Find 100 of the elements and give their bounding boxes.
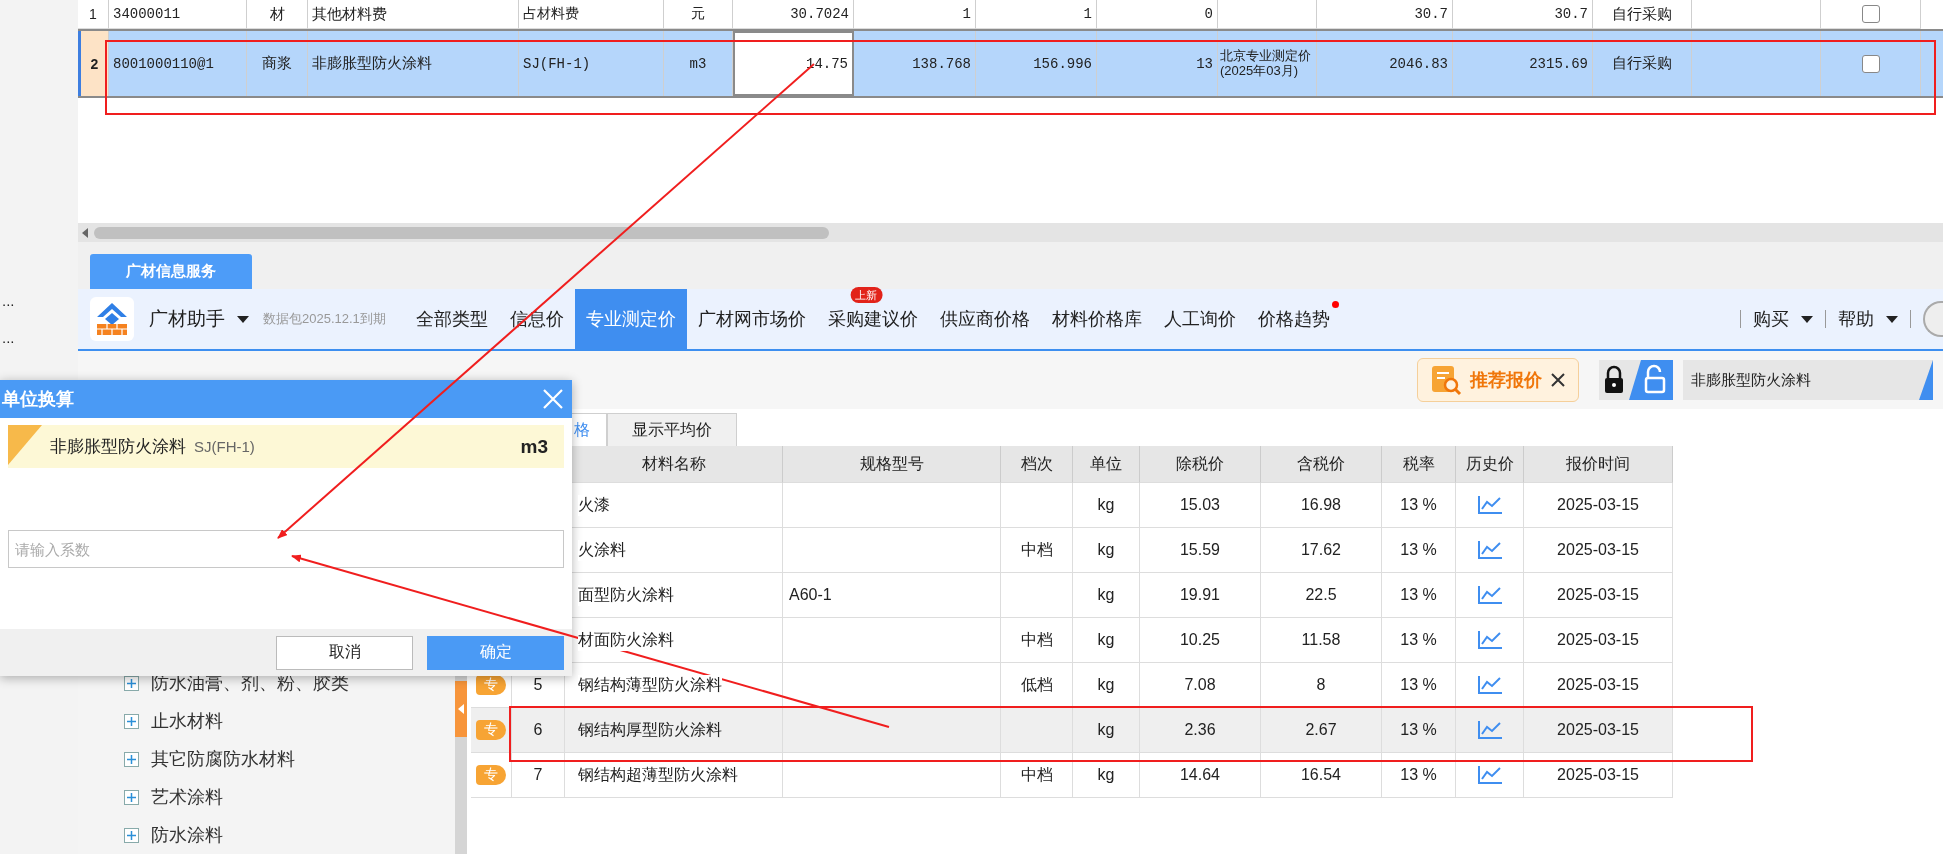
table-cell: kg xyxy=(1097,496,1115,514)
table-cell-text: 中档 xyxy=(1020,539,1053,560)
table-cell-text: 中档 xyxy=(1020,764,1053,785)
app-name[interactable]: 广材助手 xyxy=(149,306,225,332)
nav-tab[interactable]: 广材网市场价 xyxy=(686,289,817,349)
column-header: 历史价 xyxy=(1456,446,1524,483)
table-cell: kg xyxy=(1097,766,1115,784)
trend-chart-icon[interactable] xyxy=(1476,675,1503,695)
avatar-icon[interactable] xyxy=(1923,301,1943,337)
expand-icon[interactable] xyxy=(124,827,139,843)
coefficient-field[interactable]: 请输入系数 xyxy=(8,530,564,568)
table-cell: 2046.83 xyxy=(1317,31,1453,96)
table-cell: 火涂料 xyxy=(578,539,626,561)
trend-chart-icon[interactable] xyxy=(1476,540,1503,560)
menu-button[interactable]: 帮助 xyxy=(1838,289,1898,349)
table-cell: 13 % xyxy=(1400,541,1437,559)
menu-button[interactable]: 购买 xyxy=(1753,289,1813,349)
table-cell: kg xyxy=(1097,676,1115,694)
table-cell: 钢结构厚型防火涂料 xyxy=(578,719,722,741)
expiry-note: 数据包2025.12.1到期 xyxy=(263,310,386,328)
side-item[interactable]: ... xyxy=(0,329,15,346)
table-cell-text: 中档 xyxy=(1020,629,1053,650)
trend-chart-icon[interactable] xyxy=(1476,585,1503,605)
nav-tab[interactable]: 上新 采购建议价 xyxy=(816,289,929,349)
tree-item[interactable]: 艺术涂料 xyxy=(151,785,223,809)
column-header: 单位 xyxy=(1073,446,1140,483)
category-tag: 专 xyxy=(476,720,506,740)
table-cell: 13 % xyxy=(1400,631,1437,649)
new-badge: 上新 xyxy=(850,287,883,303)
table-cell: 7.08 xyxy=(1184,676,1216,694)
table-cell: 2.67 xyxy=(1305,721,1337,739)
expand-icon[interactable] xyxy=(124,789,139,805)
table-row[interactable]: 钢结构超薄型防火涂料 中档 kg 14.64 16.54 13 % 2025-03-15 xyxy=(565,753,1673,798)
table-cell: kg xyxy=(1097,541,1115,559)
scrollbar-thumb[interactable] xyxy=(94,226,829,239)
cancel-button[interactable]: 取消 xyxy=(276,635,413,670)
caret-icon[interactable] xyxy=(237,315,249,323)
table-cell: kg xyxy=(1097,721,1115,739)
close-icon[interactable] xyxy=(1550,372,1566,388)
trend-chart-icon[interactable] xyxy=(1476,765,1503,785)
checkbox[interactable] xyxy=(1861,54,1880,73)
table-cell: 8001000110@1 xyxy=(109,31,247,96)
table-cell: 10.25 xyxy=(1179,631,1220,649)
caret-icon xyxy=(1801,315,1813,323)
row-number: 2 xyxy=(78,31,109,96)
row-number: 7 xyxy=(533,766,543,784)
table-cell: 商浆 xyxy=(247,31,308,96)
trend-chart-icon[interactable] xyxy=(1476,720,1503,740)
checkbox[interactable] xyxy=(1861,5,1880,23)
search-field[interactable]: 非膨胀型防火涂料 xyxy=(1683,360,1933,400)
category-tag: 专 xyxy=(476,675,506,695)
column-header: 含税价 xyxy=(1261,446,1382,483)
table-cell: A60-1 xyxy=(789,586,832,604)
table-cell: 面型防火涂料 xyxy=(578,584,674,606)
dropdown-corner-icon[interactable] xyxy=(1919,360,1933,400)
expand-icon[interactable] xyxy=(124,751,139,767)
table-cell: 13 % xyxy=(1400,676,1437,694)
nav-tab[interactable]: 全部类型 xyxy=(404,289,499,349)
nav-tab[interactable]: 价格趋势 xyxy=(1246,289,1341,349)
table-cell: 2025-03-15 xyxy=(1557,631,1639,649)
tree-item[interactable]: 止水材料 xyxy=(151,709,223,733)
table-cell: 19.91 xyxy=(1179,586,1220,604)
table-cell: 钢结构超薄型防火涂料 xyxy=(578,764,738,786)
table-cell: 材面防火涂料 xyxy=(578,629,674,651)
table-cell: 非膨胀型防火涂料 xyxy=(308,31,519,96)
document-search-icon xyxy=(1430,364,1462,396)
table-row[interactable]: 钢结构厚型防火涂料 kg 2.36 2.67 13 % 2025-03-15 xyxy=(565,708,1673,753)
collapse-handle[interactable] xyxy=(455,681,467,737)
table-cell: SJ(FH-1) xyxy=(519,31,664,96)
table-cell: 11.58 xyxy=(1301,631,1341,649)
expand-icon[interactable] xyxy=(124,675,139,691)
table-cell: 钢结构薄型防火涂料 xyxy=(578,674,722,696)
table-cell: 2025-03-15 xyxy=(1557,766,1639,784)
nav-tab[interactable]: 人工询价 xyxy=(1152,289,1247,349)
nav-tab[interactable]: 材料价格库 xyxy=(1040,289,1153,349)
nav-tab[interactable]: 供应商价格 xyxy=(928,289,1041,349)
expand-icon[interactable] xyxy=(124,713,139,729)
tab[interactable]: 显示平均价 xyxy=(607,413,737,446)
column-header: 除税价 xyxy=(1140,446,1261,483)
trend-chart-icon[interactable] xyxy=(1476,630,1503,650)
cell-editor[interactable]: 14.75 xyxy=(733,31,854,96)
table-cell: 2025-03-15 xyxy=(1557,541,1639,559)
side-item[interactable]: ... xyxy=(0,292,15,309)
table-cell: 2025-03-15 xyxy=(1557,586,1639,604)
material-name: 非膨胀型防火涂料 xyxy=(50,436,186,458)
table-cell: kg xyxy=(1097,586,1115,604)
caret-icon xyxy=(1886,315,1898,323)
material-spec: SJ(FH-1) xyxy=(194,438,255,455)
table-cell: 15.03 xyxy=(1179,496,1220,514)
row-number: 1 xyxy=(78,0,109,29)
table-cell: 2.36 xyxy=(1184,721,1216,739)
table-cell: 14.64 xyxy=(1179,766,1220,784)
row-number: 6 xyxy=(533,721,543,739)
tree-item[interactable]: 其它防腐防水材料 xyxy=(151,747,295,771)
tree-item[interactable]: 防水涂料 xyxy=(151,823,223,847)
table-cell: 13 % xyxy=(1400,496,1437,514)
table-cell: 16.54 xyxy=(1300,766,1341,784)
table-cell: 15.59 xyxy=(1179,541,1220,559)
horizontal-scrollbar[interactable] xyxy=(78,223,1943,242)
trend-chart-icon[interactable] xyxy=(1476,495,1503,515)
